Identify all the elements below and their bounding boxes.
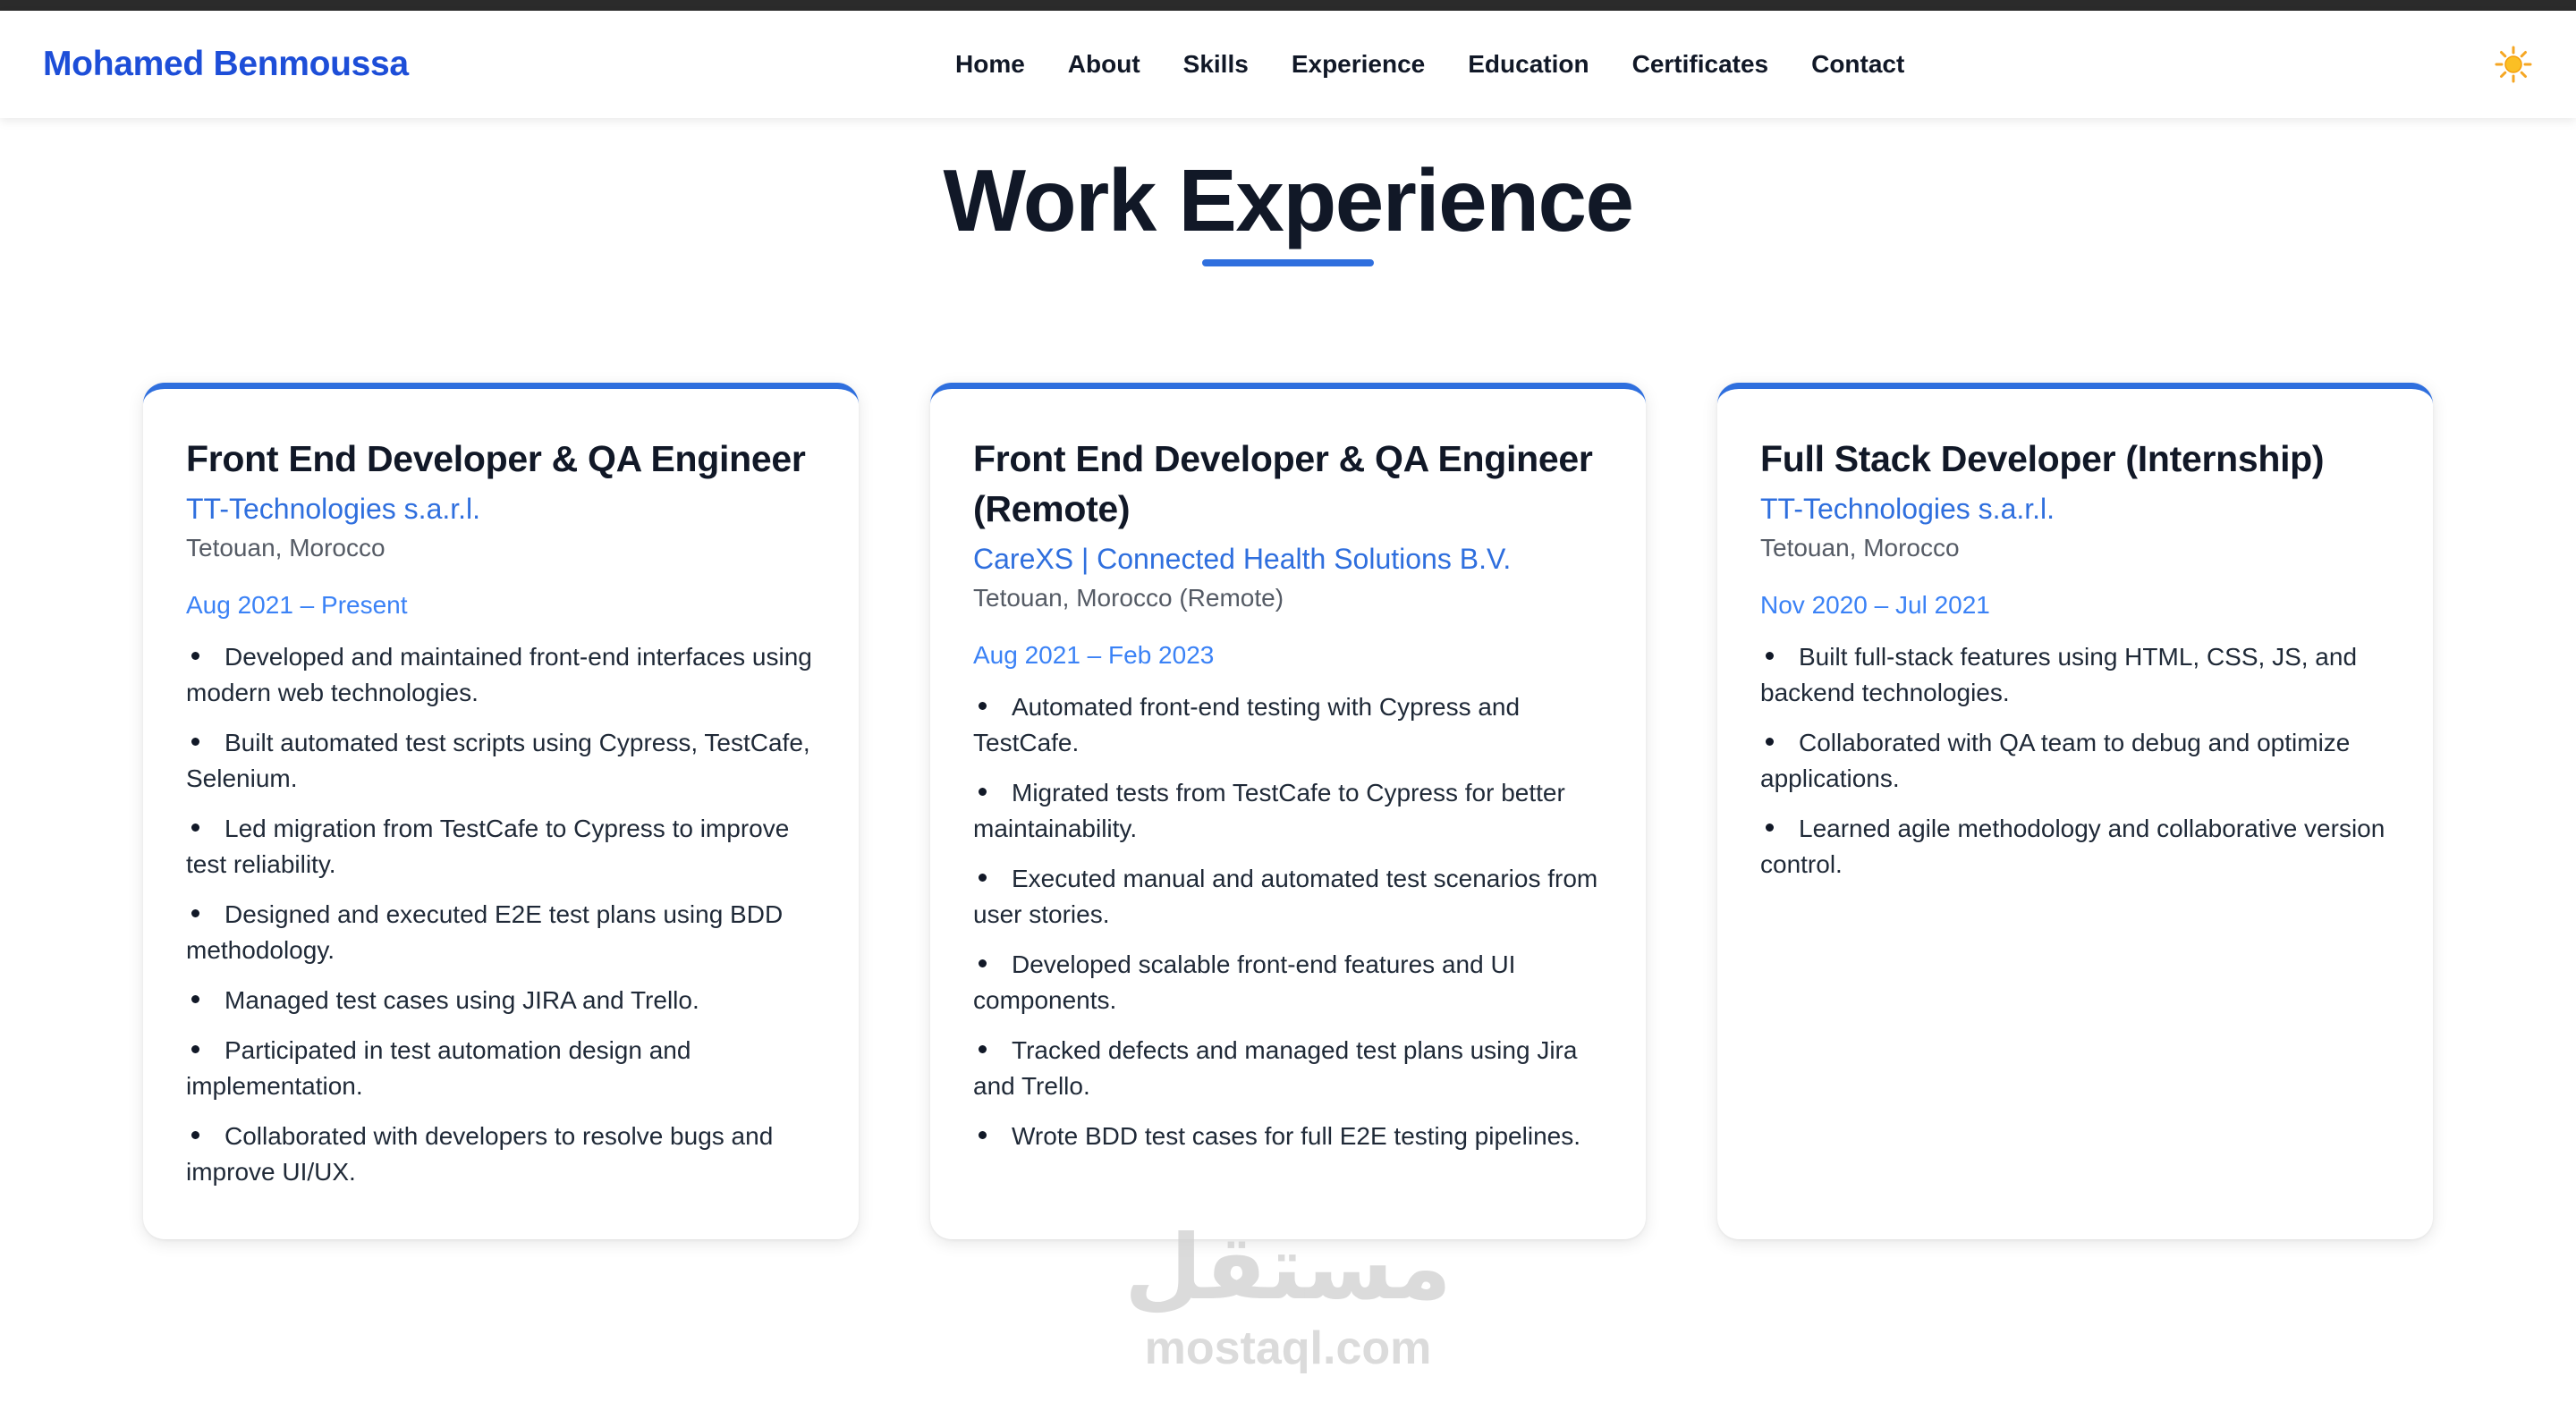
bullet-dot — [979, 1131, 987, 1140]
nav-education[interactable]: Education — [1468, 50, 1589, 79]
watermark-arabic: مستقل — [1124, 1218, 1452, 1318]
list-item: Migrated tests from TestCafe to Cypress … — [973, 779, 1565, 842]
company-name: TT-Technologies s.a.r.l. — [1760, 493, 2055, 525]
job-title: Front End Developer & QA Engineer (Remot… — [973, 438, 1593, 529]
section-title: Work Experience — [943, 151, 1634, 249]
list-item: Managed test cases using JIRA and Trello… — [186, 983, 816, 1018]
watermark: مستقل mostaql.com — [1109, 1214, 1467, 1375]
experience-card: Front End Developer & QA Engineer (Remot… — [930, 383, 1646, 1239]
nav-skills[interactable]: Skills — [1183, 50, 1249, 79]
company-name: TT-Technologies s.a.r.l. — [186, 493, 481, 525]
job-location: Tetouan, Morocco (Remote) — [973, 584, 1284, 612]
job-location: Tetouan, Morocco — [1760, 534, 1960, 562]
bullet-dot — [1766, 738, 1774, 747]
job-title: Full Stack Developer (Internship) — [1760, 438, 2325, 479]
bullet-dot — [979, 702, 987, 711]
job-dates: Aug 2021 – Present — [186, 591, 408, 619]
nav-contact[interactable]: Contact — [1811, 50, 1904, 79]
sun-icon — [2495, 46, 2532, 83]
list-item: Automated front-end testing with Cypress… — [973, 693, 1521, 756]
navbar: Mohamed Benmoussa Home About Skills Expe… — [0, 11, 2576, 118]
bullet-dot — [979, 788, 987, 797]
responsibility-list: Built full-stack features using HTML, CS… — [1760, 639, 2390, 883]
job-dates: Nov 2020 – Jul 2021 — [1760, 591, 1990, 619]
experience-card: Front End Developer & QA Engineer TT-Tec… — [143, 383, 859, 1239]
main-nav: Home About Skills Experience Education C… — [955, 11, 1904, 118]
nav-certificates[interactable]: Certificates — [1632, 50, 1769, 79]
list-item: Developed scalable front-end features an… — [973, 950, 1516, 1014]
list-item: Built full-stack features using HTML, CS… — [1760, 643, 2358, 706]
list-item: Designed and executed E2E test plans usi… — [186, 900, 784, 964]
nav-about[interactable]: About — [1068, 50, 1140, 79]
bullet-dot — [191, 738, 199, 747]
list-item: Built automated test scripts using Cypre… — [186, 729, 810, 792]
list-item: Wrote BDD test cases for full E2E testin… — [973, 1119, 1603, 1154]
bullet-dot — [191, 823, 199, 832]
bullet-dot — [191, 1045, 199, 1054]
list-item: Developed and maintained front-end inter… — [186, 643, 812, 706]
bullet-dot — [191, 652, 199, 661]
title-underline — [1202, 259, 1374, 266]
list-item: Participated in test automation design a… — [186, 1036, 691, 1100]
nav-home[interactable]: Home — [955, 50, 1025, 79]
job-location: Tetouan, Morocco — [186, 534, 386, 562]
bullet-dot — [1766, 823, 1774, 832]
nav-experience[interactable]: Experience — [1292, 50, 1425, 79]
theme-toggle-button[interactable] — [2487, 11, 2540, 118]
brand-logo[interactable]: Mohamed Benmoussa — [43, 11, 409, 118]
responsibility-list: Developed and maintained front-end inter… — [186, 639, 816, 1190]
bullet-dot — [979, 1045, 987, 1054]
list-item: Led migration from TestCafe to Cypress t… — [186, 815, 790, 878]
watermark-latin: mostaql.com — [1144, 1322, 1432, 1374]
bullet-dot — [191, 1131, 199, 1140]
bullet-dot — [191, 909, 199, 918]
list-item: Learned agile methodology and collaborat… — [1760, 815, 2385, 878]
bullet-dot — [1766, 652, 1774, 661]
job-dates: Aug 2021 – Feb 2023 — [973, 641, 1215, 669]
list-item: Collaborated with developers to resolve … — [186, 1122, 774, 1186]
top-strip — [0, 0, 2576, 11]
experience-card: Full Stack Developer (Internship) TT-Tec… — [1717, 383, 2433, 1239]
bullet-dot — [979, 959, 987, 968]
list-item: Tracked defects and managed test plans u… — [973, 1036, 1578, 1100]
list-item: Executed manual and automated test scena… — [973, 865, 1598, 928]
bullet-dot — [191, 995, 199, 1004]
job-title: Front End Developer & QA Engineer — [186, 438, 806, 479]
responsibility-list: Automated front-end testing with Cypress… — [973, 689, 1603, 1154]
company-name: CareXS | Connected Health Solutions B.V. — [973, 543, 1512, 575]
bullet-dot — [979, 874, 987, 883]
list-item: Collaborated with QA team to debug and o… — [1760, 729, 2351, 792]
